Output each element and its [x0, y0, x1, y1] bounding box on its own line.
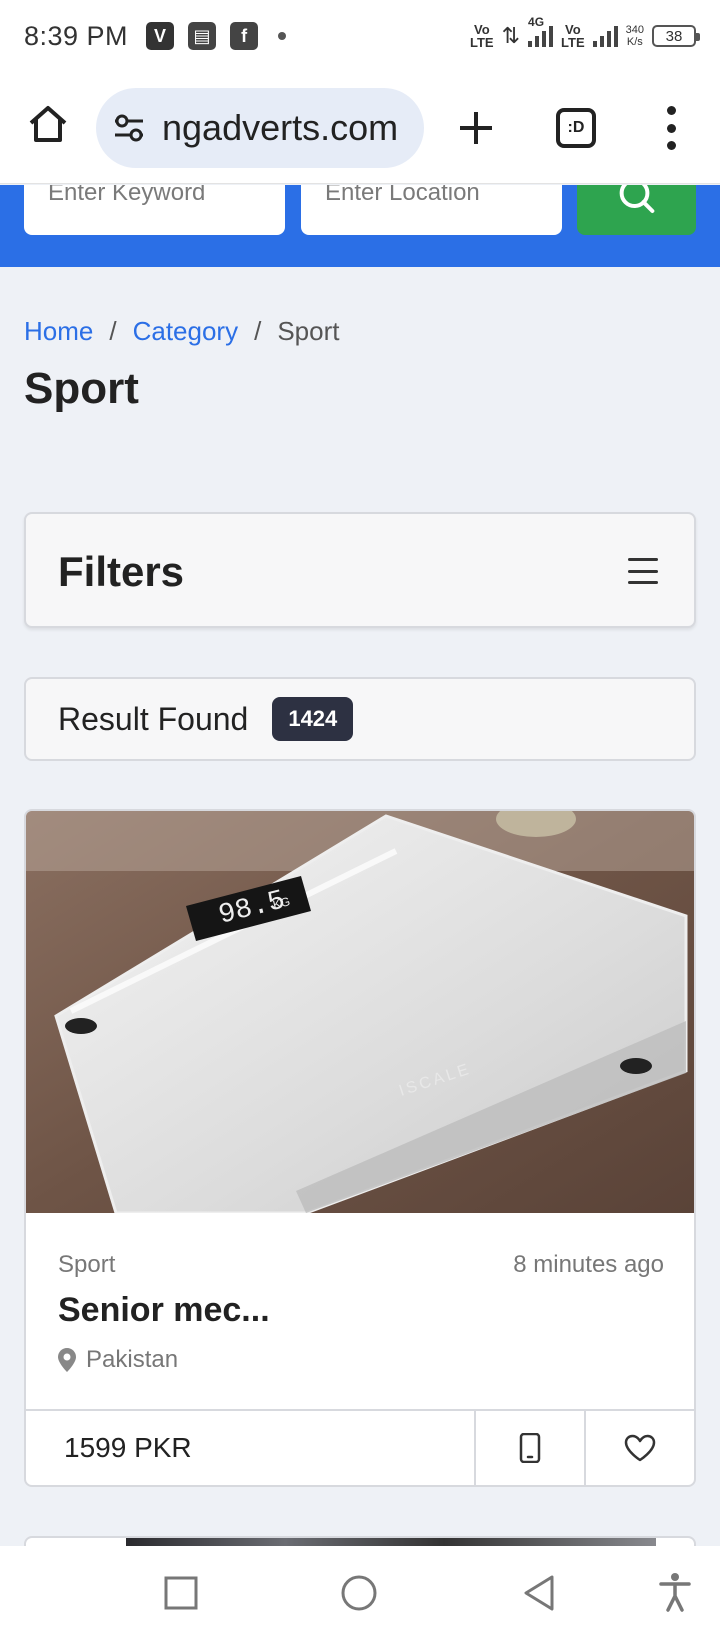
listing-time-ago: 8 minutes ago	[513, 1251, 664, 1278]
battery-icon: 38	[652, 25, 700, 47]
result-found-label: Result Found	[58, 700, 249, 737]
heart-icon	[624, 1434, 656, 1462]
listing-location-text: Pakistan	[86, 1346, 179, 1373]
more-menu-icon[interactable]	[656, 106, 686, 150]
data-arrows-icon: ⇅	[501, 23, 521, 48]
speed-value: 340	[625, 24, 644, 36]
result-found-bar: Result Found 1424	[24, 677, 696, 761]
network-speed: 340 K/s	[626, 24, 644, 48]
recent-apps-icon[interactable]	[164, 1576, 198, 1610]
phone-icon	[519, 1433, 541, 1463]
listing-card[interactable]: 98.5 KG ISCALE Sport 8 minutes ago Senio…	[24, 809, 696, 1487]
volte-label-1: Vo LTE	[470, 22, 494, 50]
breadcrumb: Home / Category / Sport	[24, 316, 339, 347]
favorite-button[interactable]	[584, 1411, 694, 1485]
location-pin-icon	[58, 1348, 76, 1372]
location-placeholder: Enter Location	[325, 185, 480, 206]
keyword-placeholder: Enter Keyword	[48, 185, 206, 206]
breadcrumb-separator: /	[109, 316, 117, 346]
notification-icons: V ▤ f	[146, 22, 287, 50]
search-button[interactable]	[577, 178, 696, 235]
filters-panel[interactable]: Filters	[24, 512, 696, 628]
filters-title: Filters	[58, 548, 185, 595]
vpn-icon: V	[146, 22, 175, 50]
page-title: Sport	[24, 364, 139, 413]
system-nav-bar	[0, 1546, 720, 1640]
url-text: ngadverts.com	[162, 107, 399, 148]
listing-price: 1599 PKR	[64, 1432, 192, 1463]
breadcrumb-separator: /	[254, 316, 262, 346]
listing-location: Pakistan	[58, 1346, 178, 1374]
location-input[interactable]: Enter Location	[301, 185, 562, 235]
listing-footer: 1599 PKR	[26, 1409, 694, 1485]
new-tab-icon[interactable]	[456, 108, 496, 148]
signal-bars-icon-2	[592, 25, 618, 47]
keyword-input[interactable]: Enter Keyword	[24, 185, 285, 235]
sim-icon: ▤	[188, 22, 217, 50]
search-strip: Enter Keyword Enter Location	[0, 178, 720, 267]
speed-unit: K/s	[626, 36, 643, 48]
accessibility-icon[interactable]	[658, 1572, 692, 1612]
status-right: Vo LTE ⇅ 4G Vo LTE 340 K/s 38	[470, 15, 700, 50]
signal-4g: 4G	[528, 15, 554, 47]
listing-image[interactable]: 98.5 KG ISCALE	[26, 811, 694, 1213]
hamburger-menu-icon[interactable]	[628, 558, 658, 584]
listing-title[interactable]: Senior mec...	[58, 1291, 270, 1330]
dot-icon	[278, 32, 287, 40]
listing-category[interactable]: Sport	[58, 1251, 115, 1279]
home-nav-icon[interactable]	[340, 1574, 378, 1612]
browser-toolbar: ngadverts.com :D	[0, 72, 720, 184]
tab-switcher-button[interactable]: :D	[556, 108, 596, 148]
status-bar: 8:39 PM V ▤ f Vo LTE ⇅ 4G Vo LTE 340 K/s 3…	[0, 0, 720, 72]
breadcrumb-home[interactable]: Home	[24, 316, 93, 347]
back-icon[interactable]	[522, 1574, 558, 1612]
status-time: 8:39 PM	[24, 20, 129, 51]
result-count-badge: 1424	[272, 697, 354, 741]
address-bar[interactable]: ngadverts.com	[96, 88, 424, 168]
search-icon	[619, 178, 655, 213]
breadcrumb-current: Sport	[277, 316, 340, 346]
site-settings-icon[interactable]	[112, 111, 146, 145]
call-button[interactable]	[474, 1411, 584, 1485]
tab-switcher-label: :D	[567, 119, 585, 136]
battery-level: 38	[665, 27, 683, 45]
breadcrumb-category[interactable]: Category	[133, 316, 239, 347]
volte-label-2: Vo LTE	[561, 22, 585, 50]
facebook-notification-icon: f	[230, 22, 259, 50]
net-4g-label: 4G	[528, 15, 545, 29]
home-icon[interactable]	[26, 102, 70, 146]
